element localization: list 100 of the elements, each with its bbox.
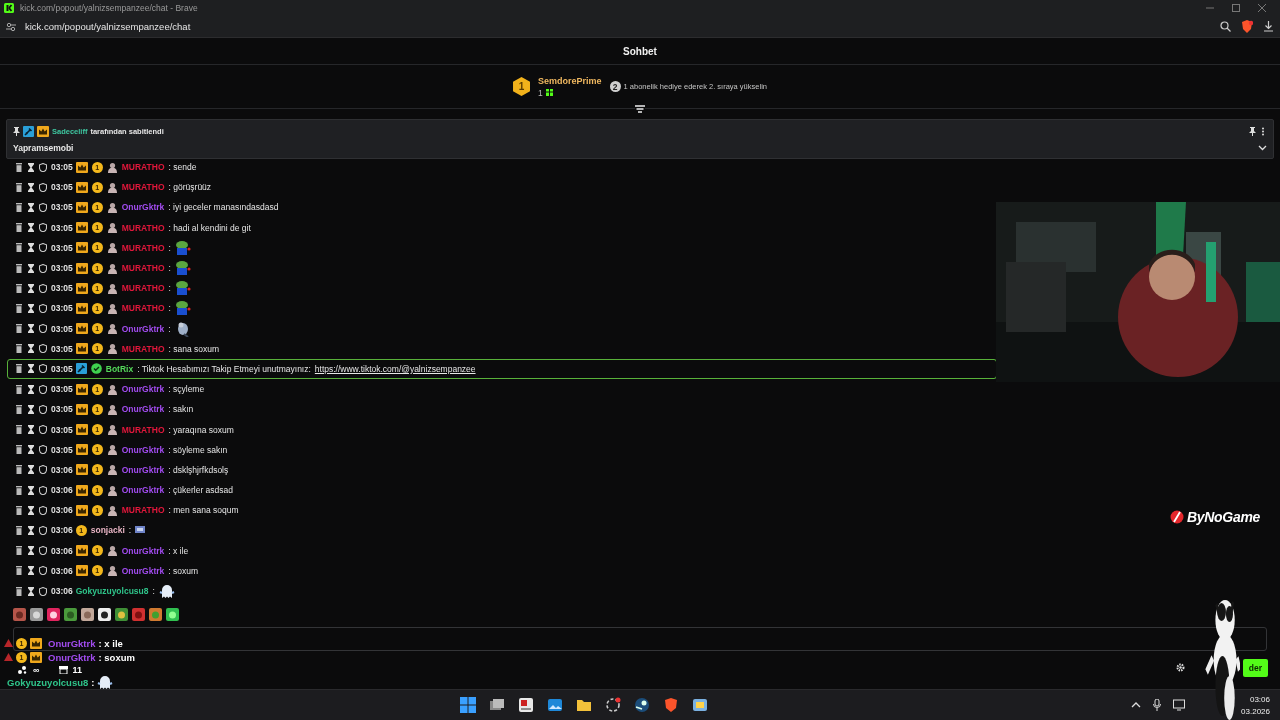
hourglass-icon[interactable] (27, 324, 35, 334)
username[interactable]: MURATHO (121, 283, 165, 294)
leader-name[interactable]: SemdorePrime (538, 75, 602, 86)
zoom-icon[interactable] (1220, 21, 1231, 32)
hourglass-icon[interactable] (27, 485, 35, 495)
hourglass-icon[interactable] (27, 425, 35, 435)
trash-icon[interactable] (15, 384, 23, 394)
hourglass-icon[interactable] (27, 586, 35, 596)
maximize-icon[interactable] (1232, 4, 1240, 12)
trash-icon[interactable] (15, 162, 23, 172)
username[interactable]: OnurGktrk (121, 323, 165, 334)
username[interactable]: sonjacki (90, 525, 125, 536)
lion-shield-icon[interactable] (1241, 20, 1253, 33)
tune-icon[interactable] (6, 21, 16, 32)
trash-icon[interactable] (15, 566, 23, 576)
trash-icon[interactable] (15, 404, 23, 414)
settings-icon[interactable] (1175, 663, 1185, 673)
message-link[interactable]: https://www.tiktok.com/@yalnizsempanzee (314, 363, 476, 374)
chevron-down-icon[interactable] (1258, 144, 1267, 151)
username[interactable]: MURATHO (121, 242, 165, 253)
hourglass-icon[interactable] (27, 263, 35, 273)
hourglass-icon[interactable] (27, 243, 35, 253)
hourglass-icon[interactable] (27, 505, 35, 515)
trash-icon[interactable] (15, 546, 23, 556)
trash-icon[interactable] (15, 202, 23, 212)
hourglass-icon[interactable] (27, 566, 35, 576)
username[interactable]: MURATHO (121, 182, 165, 193)
hourglass-icon[interactable] (27, 465, 35, 475)
monitor-icon[interactable] (1173, 699, 1186, 711)
username[interactable]: MURATHO (121, 162, 165, 173)
trash-icon[interactable] (15, 263, 23, 273)
username[interactable]: OnurGktrk (121, 444, 165, 455)
close-icon[interactable] (1258, 4, 1266, 12)
trash-icon[interactable] (15, 485, 23, 495)
clock-time[interactable]: 03:06 (1249, 694, 1270, 704)
trash-icon[interactable] (15, 344, 23, 354)
input-field[interactable] (13, 627, 1267, 652)
trash-icon[interactable] (15, 445, 23, 455)
username[interactable]: MURATHO (121, 424, 165, 435)
hourglass-icon[interactable] (27, 303, 35, 313)
lion-shield-icon[interactable] (662, 697, 679, 713)
hourglass-icon[interactable] (27, 546, 35, 556)
hourglass-icon[interactable] (27, 202, 35, 212)
trash-icon[interactable] (15, 465, 23, 475)
username[interactable]: BotRix (105, 363, 134, 374)
unpin-icon[interactable] (1249, 126, 1256, 136)
trash-icon[interactable] (15, 324, 23, 334)
chevron-up-icon[interactable] (1131, 702, 1142, 708)
emote-icon[interactable] (149, 607, 162, 621)
address-field[interactable]: kick.com/popout/yalnizsempanzee/chat (25, 21, 191, 32)
trash-icon[interactable] (15, 586, 23, 596)
username[interactable]: OnurGktrk (121, 485, 165, 496)
app-icon[interactable] (691, 697, 708, 713)
trash-icon[interactable] (15, 223, 23, 233)
hourglass-icon[interactable] (27, 283, 35, 293)
clock-date[interactable]: 03.2026 (1241, 706, 1270, 716)
username[interactable]: OnurGktrk (121, 384, 165, 395)
task-view-icon[interactable] (488, 697, 505, 713)
username[interactable]: OnurGktrk (121, 565, 165, 576)
download-icon[interactable] (1263, 21, 1274, 32)
filter-icon[interactable] (635, 105, 645, 114)
hourglass-icon[interactable] (27, 162, 35, 172)
emote-icon[interactable] (30, 607, 43, 621)
username[interactable]: OnurGktrk (121, 464, 165, 475)
emote-icon[interactable] (115, 607, 128, 621)
hourglass-icon[interactable] (27, 404, 35, 414)
username[interactable]: MURATHO (121, 505, 165, 516)
username[interactable]: MURATHO (121, 222, 165, 233)
trash-icon[interactable] (15, 283, 23, 293)
hourglass-icon[interactable] (27, 384, 35, 394)
trash-icon[interactable] (15, 525, 23, 535)
username[interactable]: Gokyuzuyolcusu8 (75, 586, 149, 597)
emote-icon[interactable] (98, 607, 111, 621)
trash-icon[interactable] (15, 243, 23, 253)
emote-icon[interactable] (47, 607, 60, 621)
hourglass-icon[interactable] (27, 223, 35, 233)
username[interactable]: MURATHO (121, 343, 165, 354)
more-icon[interactable] (1259, 126, 1267, 136)
send-button[interactable]: der (1242, 658, 1268, 677)
dashed-circle-icon[interactable] (604, 697, 621, 713)
microphone-icon[interactable] (1153, 699, 1162, 711)
trash-icon[interactable] (15, 182, 23, 192)
trash-icon[interactable] (15, 303, 23, 313)
trash-icon[interactable] (15, 505, 23, 515)
trash-icon[interactable] (15, 364, 23, 374)
username[interactable]: OnurGktrk (121, 404, 165, 415)
hourglass-icon[interactable] (27, 525, 35, 535)
windows-icon[interactable] (459, 697, 476, 713)
folder-icon[interactable] (575, 697, 592, 713)
username[interactable]: MURATHO (121, 263, 165, 274)
app-icon[interactable] (517, 697, 534, 713)
hourglass-icon[interactable] (27, 344, 35, 354)
hourglass-icon[interactable] (27, 445, 35, 455)
hourglass-icon[interactable] (27, 182, 35, 192)
photos-icon[interactable] (546, 697, 563, 713)
username[interactable]: OnurGktrk (121, 545, 165, 556)
username[interactable]: OnurGktrk (121, 202, 165, 213)
emote-icon[interactable] (81, 607, 94, 621)
hourglass-icon[interactable] (27, 364, 35, 374)
emote-icon[interactable] (166, 607, 179, 621)
